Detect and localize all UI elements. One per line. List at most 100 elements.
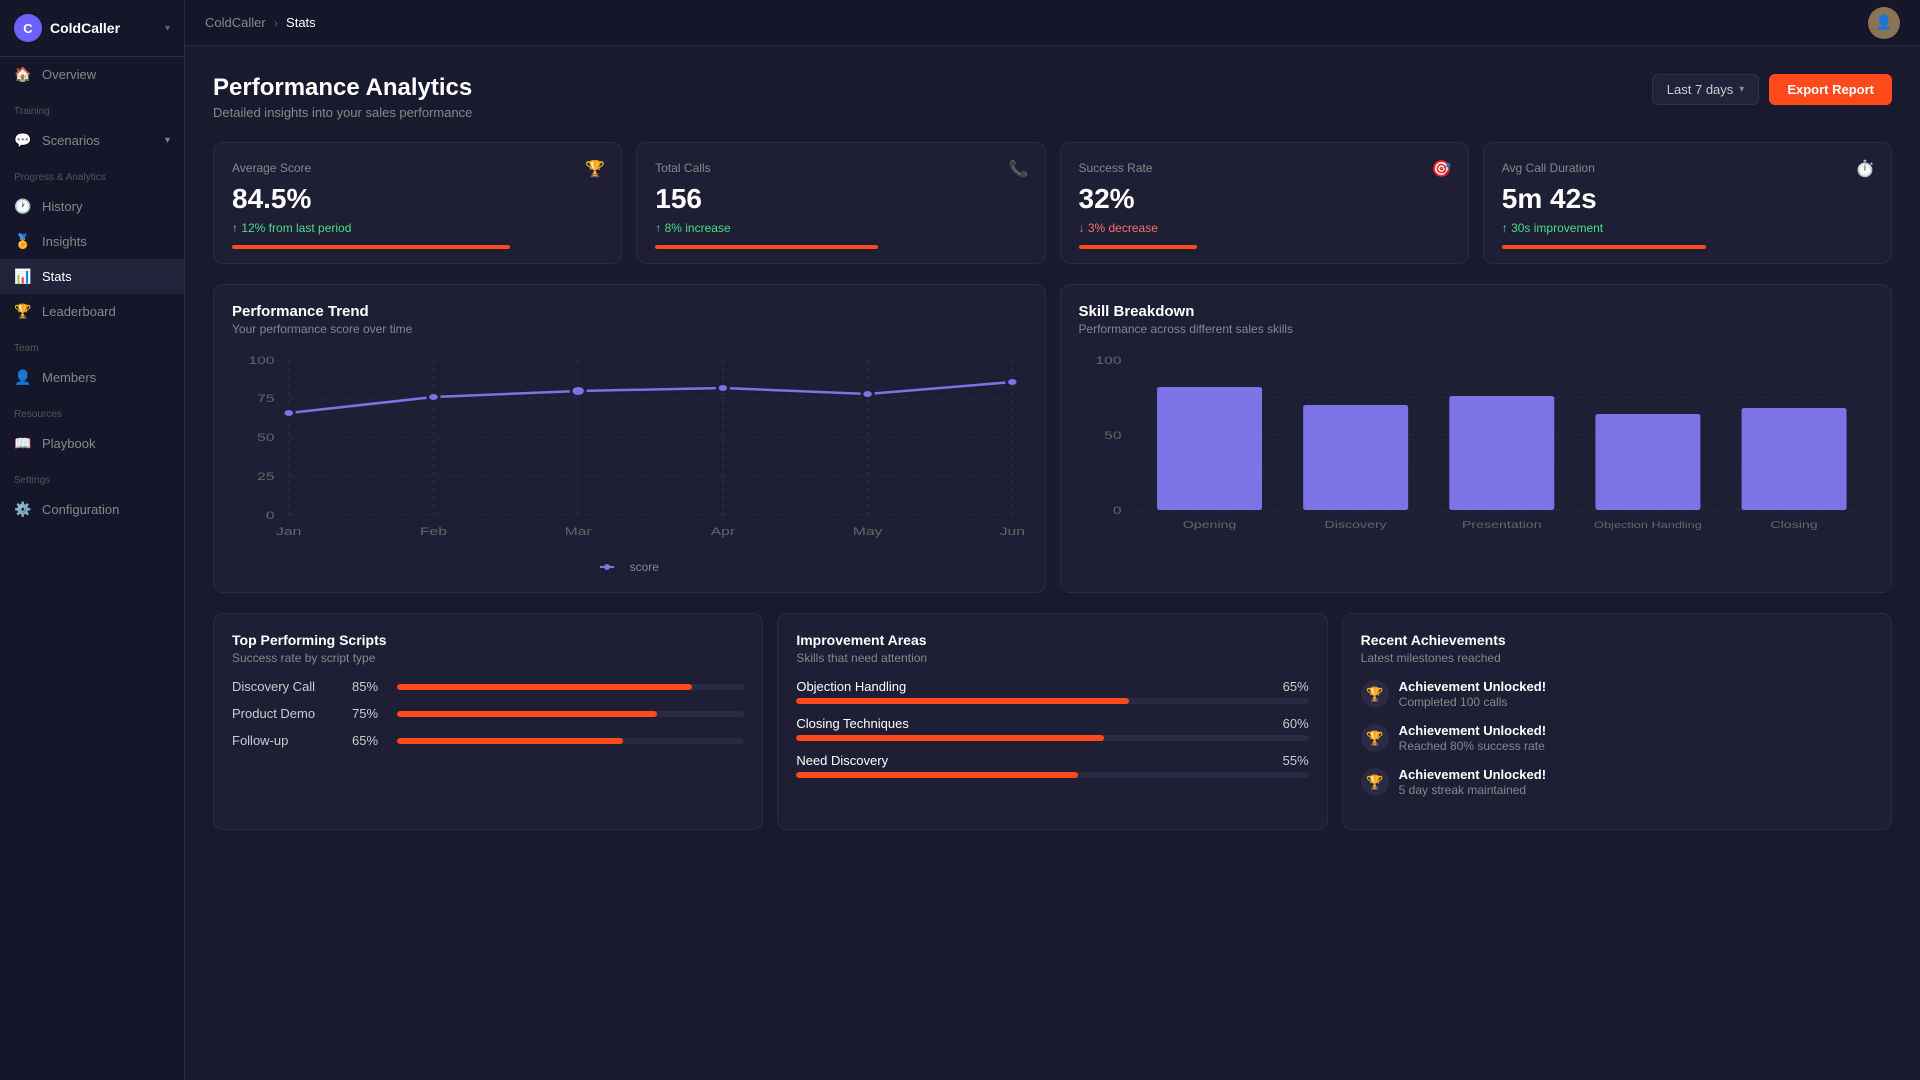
avg-score-bar <box>232 245 510 249</box>
script-pct-0: 85% <box>352 679 387 694</box>
svg-text:0: 0 <box>266 509 275 521</box>
page-title: Performance Analytics <box>213 74 472 102</box>
total-calls-change: ↑ 8% increase <box>655 221 1026 235</box>
sidebar-label-playbook: Playbook <box>42 436 95 451</box>
script-row-1: Product Demo 75% <box>232 706 744 721</box>
bar-chart: 100 50 0 <box>1079 350 1874 550</box>
svg-text:50: 50 <box>257 431 274 443</box>
charts-row: Performance Trend Your performance score… <box>213 284 1892 593</box>
leaderboard-icon: 🏆 <box>14 303 32 320</box>
topbar-app-name: ColdCaller <box>205 15 266 30</box>
improve-title: Improvement Areas <box>796 632 1308 648</box>
achievement-desc-0: Completed 100 calls <box>1399 695 1546 709</box>
script-pct-2: 65% <box>352 733 387 748</box>
sidebar-logo[interactable]: C ColdCaller ▾ <box>0 0 184 57</box>
section-label-team: Team <box>0 329 184 360</box>
sidebar-item-scenarios[interactable]: 💬 Scenarios ▾ <box>0 123 184 158</box>
topbar: ColdCaller › Stats 👤 <box>185 0 1920 46</box>
sidebar-item-overview[interactable]: 🏠 Overview <box>0 57 184 92</box>
user-avatar[interactable]: 👤 <box>1868 7 1900 39</box>
sidebar-item-history[interactable]: 🕐 History <box>0 189 184 224</box>
logo-icon: C <box>14 14 42 42</box>
improve-name-2: Need Discovery <box>796 753 888 768</box>
script-bar-fill-2 <box>397 738 623 744</box>
improve-subtitle: Skills that need attention <box>796 651 1308 665</box>
sidebar-label-stats: Stats <box>42 269 72 284</box>
improve-row-1: Closing Techniques 60% <box>796 716 1308 741</box>
sidebar-label-history: History <box>42 199 82 214</box>
home-icon: 🏠 <box>14 66 32 83</box>
svg-text:75: 75 <box>257 392 274 404</box>
sidebar-label-scenarios: Scenarios <box>42 133 100 148</box>
avg-score-icon: 🏆 <box>585 159 605 179</box>
svg-text:Objection Handling: Objection Handling <box>1594 521 1702 531</box>
improve-pct-0: 65% <box>1283 679 1309 694</box>
section-label-analytics: Progress & Analytics <box>0 158 184 189</box>
section-label-training: Training <box>0 92 184 123</box>
achievements-card: Recent Achievements Latest milestones re… <box>1342 613 1892 830</box>
skill-breakdown-card: Skill Breakdown Performance across diffe… <box>1060 284 1893 593</box>
achievement-icon-0: 🏆 <box>1361 680 1389 708</box>
achievement-icon-1: 🏆 <box>1361 724 1389 752</box>
stat-card-avg-score: Average Score 🏆 84.5% ↑ 12% from last pe… <box>213 142 622 264</box>
svg-text:May: May <box>853 525 883 537</box>
sidebar-item-members[interactable]: 👤 Members <box>0 360 184 395</box>
stats-icon: 📊 <box>14 268 32 285</box>
svg-text:Presentation: Presentation <box>1461 519 1541 530</box>
sidebar-item-insights[interactable]: 🏅 Insights <box>0 224 184 259</box>
topbar-page-name: Stats <box>286 15 316 30</box>
avg-duration-bar <box>1502 245 1706 249</box>
script-bar-bg-2 <box>397 738 744 744</box>
total-calls-icon: 📞 <box>1009 159 1029 179</box>
export-report-button[interactable]: Export Report <box>1769 74 1892 105</box>
scenarios-chevron-icon: ▾ <box>165 135 170 146</box>
script-pct-1: 75% <box>352 706 387 721</box>
improvement-areas-card: Improvement Areas Skills that need atten… <box>777 613 1327 830</box>
sidebar-label-insights: Insights <box>42 234 87 249</box>
sidebar-item-configuration[interactable]: ⚙️ Configuration <box>0 492 184 527</box>
improve-row-2: Need Discovery 55% <box>796 753 1308 778</box>
sidebar-item-leaderboard[interactable]: 🏆 Leaderboard <box>0 294 184 329</box>
svg-text:Opening: Opening <box>1182 519 1236 530</box>
top-scripts-title: Top Performing Scripts <box>232 632 744 648</box>
svg-text:100: 100 <box>1095 354 1121 366</box>
script-bar-fill-1 <box>397 711 657 717</box>
section-label-resources: Resources <box>0 395 184 426</box>
line-chart: 100 75 50 25 0 Jan Feb Mar Apr May Jun <box>232 350 1027 550</box>
bottom-row: Top Performing Scripts Success rate by s… <box>213 613 1892 830</box>
improve-bar-bg-1 <box>796 735 1308 741</box>
sidebar-item-stats[interactable]: 📊 Stats <box>0 259 184 294</box>
svg-text:50: 50 <box>1104 429 1121 441</box>
total-calls-bar <box>655 245 878 249</box>
logo-text: ColdCaller <box>50 20 120 36</box>
achievement-item-0: 🏆 Achievement Unlocked! Completed 100 ca… <box>1361 679 1873 709</box>
avg-score-value: 84.5% <box>232 183 603 215</box>
svg-text:0: 0 <box>1112 504 1121 516</box>
total-calls-label: Total Calls <box>655 161 1026 175</box>
avg-duration-icon: ⏱️ <box>1855 159 1875 179</box>
improve-pct-1: 60% <box>1283 716 1309 731</box>
legend-label: score <box>630 560 659 574</box>
svg-text:100: 100 <box>249 354 275 366</box>
stat-card-avg-duration: Avg Call Duration ⏱️ 5m 42s ↑ 30s improv… <box>1483 142 1892 264</box>
improve-name-1: Closing Techniques <box>796 716 909 731</box>
achievement-item-2: 🏆 Achievement Unlocked! 5 day streak mai… <box>1361 767 1873 797</box>
insights-icon: 🏅 <box>14 233 32 250</box>
main-area: ColdCaller › Stats 👤 Performance Analyti… <box>185 0 1920 1080</box>
achievements-title: Recent Achievements <box>1361 632 1873 648</box>
success-rate-change: ↓ 3% decrease <box>1079 221 1450 235</box>
page-title-block: Performance Analytics Detailed insights … <box>213 74 472 120</box>
topbar-separator: › <box>274 15 278 30</box>
playbook-icon: 📖 <box>14 435 32 452</box>
improve-pct-2: 55% <box>1283 753 1309 768</box>
date-range-selector[interactable]: Last 7 days ▾ <box>1652 74 1760 105</box>
achievements-subtitle: Latest milestones reached <box>1361 651 1873 665</box>
bar-chart-svg: 100 50 0 <box>1079 350 1874 565</box>
achievement-title-1: Achievement Unlocked! <box>1399 723 1546 738</box>
stat-card-success-rate: Success Rate 🎯 32% ↓ 3% decrease <box>1060 142 1469 264</box>
improve-bar-bg-2 <box>796 772 1308 778</box>
improve-bar-fill-0 <box>796 698 1129 704</box>
sidebar-item-playbook[interactable]: 📖 Playbook <box>0 426 184 461</box>
achievement-title-2: Achievement Unlocked! <box>1399 767 1546 782</box>
performance-trend-card: Performance Trend Your performance score… <box>213 284 1046 593</box>
